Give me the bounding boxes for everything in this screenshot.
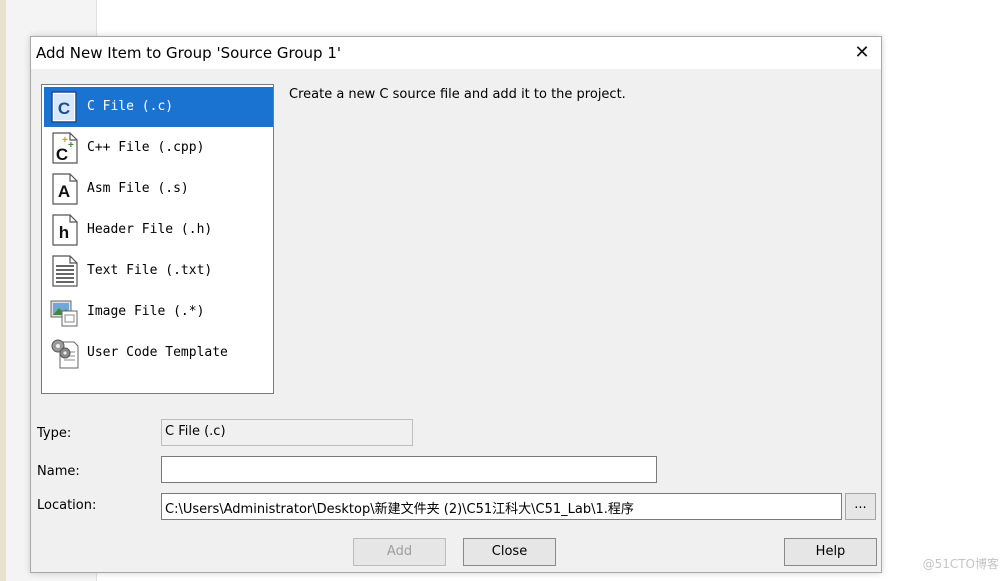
c-file-icon: C (51, 91, 77, 123)
asm-file-icon: A (52, 173, 78, 205)
location-label: Location: (37, 498, 97, 513)
list-item-image-file[interactable]: Image File (.*) (44, 292, 273, 332)
type-field: C File (.c) (161, 419, 413, 446)
list-item-label: C++ File (.cpp) (87, 140, 205, 155)
list-item-user-code-template[interactable]: User Code Template (44, 333, 273, 373)
svg-text:C: C (56, 145, 68, 164)
browse-button[interactable]: ... (845, 493, 876, 520)
list-item-text-file[interactable]: Text File (.txt) (44, 251, 273, 291)
list-item-label: Asm File (.s) (87, 181, 189, 196)
list-item-label: Image File (.*) (87, 304, 205, 319)
user-code-template-icon (51, 339, 79, 369)
list-item-label: Text File (.txt) (87, 263, 213, 278)
svg-text:A: A (58, 182, 70, 201)
list-item-label: Header File (.h) (87, 222, 213, 237)
add-button[interactable]: Add (353, 538, 446, 566)
svg-text:+: + (68, 140, 74, 151)
svg-text:C: C (58, 99, 70, 118)
svg-text:h: h (59, 223, 69, 242)
list-item-label: C File (.c) (87, 99, 174, 114)
name-label: Name: (37, 464, 80, 479)
cpp-file-icon: C + + (52, 132, 78, 164)
watermark: @51CTO博客 (922, 557, 999, 571)
location-input[interactable]: C:\Users\Administrator\Desktop\新建文件夹 (2)… (161, 493, 842, 520)
dialog-title: Add New Item to Group 'Source Group 1' (36, 44, 341, 62)
list-item-label: User Code Template (87, 345, 228, 360)
list-item-asm-file[interactable]: A Asm File (.s) (44, 169, 273, 209)
file-type-description: Create a new C source file and add it to… (289, 87, 626, 102)
type-label: Type: (37, 426, 72, 441)
name-input[interactable] (161, 456, 657, 483)
file-type-list[interactable]: C C File (.c) C + + C++ File (.cpp) A As… (41, 84, 274, 394)
list-item-header-file[interactable]: h Header File (.h) (44, 210, 273, 250)
help-button[interactable]: Help (784, 538, 877, 566)
image-file-icon (50, 300, 78, 327)
header-file-icon: h (52, 214, 78, 246)
list-item-cpp-file[interactable]: C + + C++ File (.cpp) (44, 128, 273, 168)
list-item-c-file[interactable]: C C File (.c) (44, 87, 273, 127)
close-icon[interactable]: ✕ (849, 41, 875, 65)
close-button[interactable]: Close (463, 538, 556, 566)
text-file-icon (52, 255, 78, 287)
add-new-item-dialog: Add New Item to Group 'Source Group 1' ✕… (30, 36, 882, 573)
dialog-titlebar: Add New Item to Group 'Source Group 1' ✕ (31, 37, 881, 69)
